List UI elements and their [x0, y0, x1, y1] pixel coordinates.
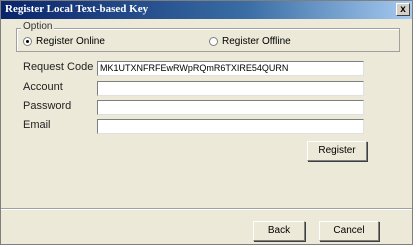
- request-code-field[interactable]: MK1UTXNFRFEwRWpRQmR6TXIRE54QURN: [97, 61, 364, 76]
- password-label: Password: [23, 100, 72, 112]
- register-offline-radio[interactable]: [209, 37, 218, 46]
- register-online-radio[interactable]: [23, 37, 32, 46]
- cancel-button[interactable]: Cancel: [319, 221, 379, 241]
- password-field[interactable]: [97, 100, 364, 115]
- register-key-dialog: Register Local Text-based Key x Option R…: [0, 0, 413, 245]
- register-offline-label: Register Offline: [222, 36, 291, 47]
- dialog-title: Register Local Text-based Key: [5, 3, 149, 15]
- register-button[interactable]: Register: [307, 141, 367, 161]
- register-online-label: Register Online: [36, 36, 105, 47]
- footer-divider: [1, 208, 412, 210]
- request-code-label: Request Code: [23, 61, 94, 73]
- email-label: Email: [23, 119, 51, 131]
- account-label: Account: [23, 81, 63, 93]
- title-bar[interactable]: Register Local Text-based Key x: [1, 1, 412, 19]
- register-offline-option[interactable]: Register Offline: [209, 36, 291, 47]
- close-button[interactable]: x: [396, 3, 410, 16]
- register-online-option[interactable]: Register Online: [23, 36, 105, 47]
- option-group-label: Option: [21, 21, 55, 32]
- back-button[interactable]: Back: [253, 221, 305, 241]
- account-field[interactable]: [97, 81, 364, 96]
- email-field[interactable]: [97, 119, 364, 134]
